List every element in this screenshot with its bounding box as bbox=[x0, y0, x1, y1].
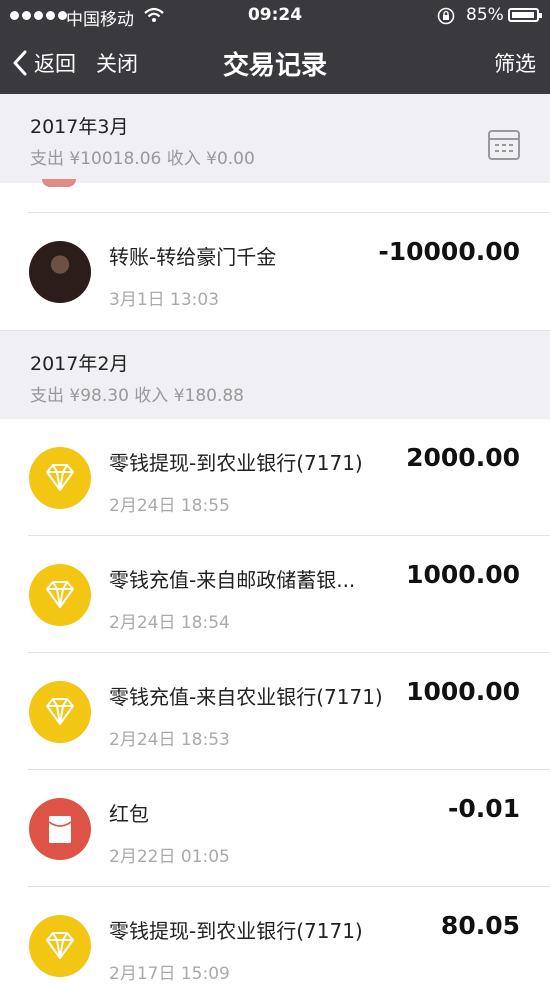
month-label: 2017年2月 bbox=[30, 353, 129, 375]
transaction-name: 红包 bbox=[109, 802, 149, 826]
transaction-row[interactable]: 零钱提现-到农业银行(7171) 2月24日 18:55 2000.00 bbox=[0, 419, 550, 536]
transaction-date: 2月24日 18:53 bbox=[109, 730, 230, 750]
transaction-date: 2月17日 15:09 bbox=[109, 964, 230, 984]
transaction-amount: 2000.00 bbox=[406, 443, 520, 472]
transaction-amount: 1000.00 bbox=[406, 677, 520, 706]
list-item-partial[interactable] bbox=[0, 179, 550, 213]
month-label: 2017年3月 bbox=[30, 116, 129, 138]
diamond-icon bbox=[29, 447, 91, 509]
transaction-date: 2月24日 18:54 bbox=[109, 613, 230, 633]
rotation-lock-icon bbox=[437, 7, 455, 25]
battery-percent: 85% bbox=[466, 5, 504, 25]
transaction-amount: 1000.00 bbox=[406, 560, 520, 589]
transaction-name: 零钱充值-来自邮政储蓄银... bbox=[109, 568, 356, 592]
diamond-icon bbox=[29, 564, 91, 626]
transaction-amount: 80.05 bbox=[440, 911, 520, 940]
month-summary: 支出 ¥98.30 收入 ¥180.88 bbox=[30, 386, 244, 406]
transaction-row[interactable]: 零钱充值-来自农业银行(7171) 2月24日 18:53 1000.00 bbox=[0, 653, 550, 770]
transaction-date: 2月24日 18:55 bbox=[109, 496, 230, 516]
transaction-date: 2月22日 01:05 bbox=[109, 847, 230, 867]
month-section-header: 2017年2月 支出 ¥98.30 收入 ¥180.88 bbox=[0, 330, 550, 421]
avatar bbox=[29, 241, 91, 303]
page-title: 交易记录 bbox=[222, 51, 327, 81]
transaction-row[interactable]: 零钱充值-来自邮政储蓄银... 2月24日 18:54 1000.00 bbox=[0, 536, 550, 653]
transaction-amount: -0.01 bbox=[447, 794, 520, 823]
transaction-row[interactable]: 转账-转给豪门千金 3月1日 13:03 -10000.00 bbox=[0, 213, 550, 330]
transaction-name: 零钱提现-到农业银行(7171) bbox=[109, 919, 363, 943]
nav-bar: 返回 关闭 交易记录 筛选 bbox=[0, 32, 550, 94]
red-packet-icon bbox=[42, 179, 76, 187]
red-packet-icon bbox=[29, 798, 91, 860]
transaction-row[interactable]: 零钱提现-到农业银行(7171) 2月17日 15:09 80.05 bbox=[0, 887, 550, 984]
transaction-date: 3月1日 13:03 bbox=[109, 290, 220, 310]
diamond-icon bbox=[29, 681, 91, 743]
month-section-header: 2017年3月 支出 ¥10018.06 收入 ¥0.00 bbox=[0, 94, 550, 184]
diamond-icon bbox=[29, 915, 91, 977]
month-summary: 支出 ¥10018.06 收入 ¥0.00 bbox=[30, 149, 255, 169]
transaction-name: 零钱充值-来自农业银行(7171) bbox=[109, 685, 383, 709]
transaction-name: 转账-转给豪门千金 bbox=[109, 245, 277, 269]
calendar-icon[interactable] bbox=[488, 130, 520, 160]
transaction-name: 零钱提现-到农业银行(7171) bbox=[109, 451, 363, 475]
status-bar: 中国移动 09:24 85% bbox=[0, 0, 550, 32]
transaction-row[interactable]: 红包 2月22日 01:05 -0.01 bbox=[0, 770, 550, 887]
battery-icon bbox=[508, 8, 542, 22]
filter-button[interactable]: 筛选 bbox=[494, 48, 536, 78]
transaction-amount: -10000.00 bbox=[378, 237, 520, 266]
